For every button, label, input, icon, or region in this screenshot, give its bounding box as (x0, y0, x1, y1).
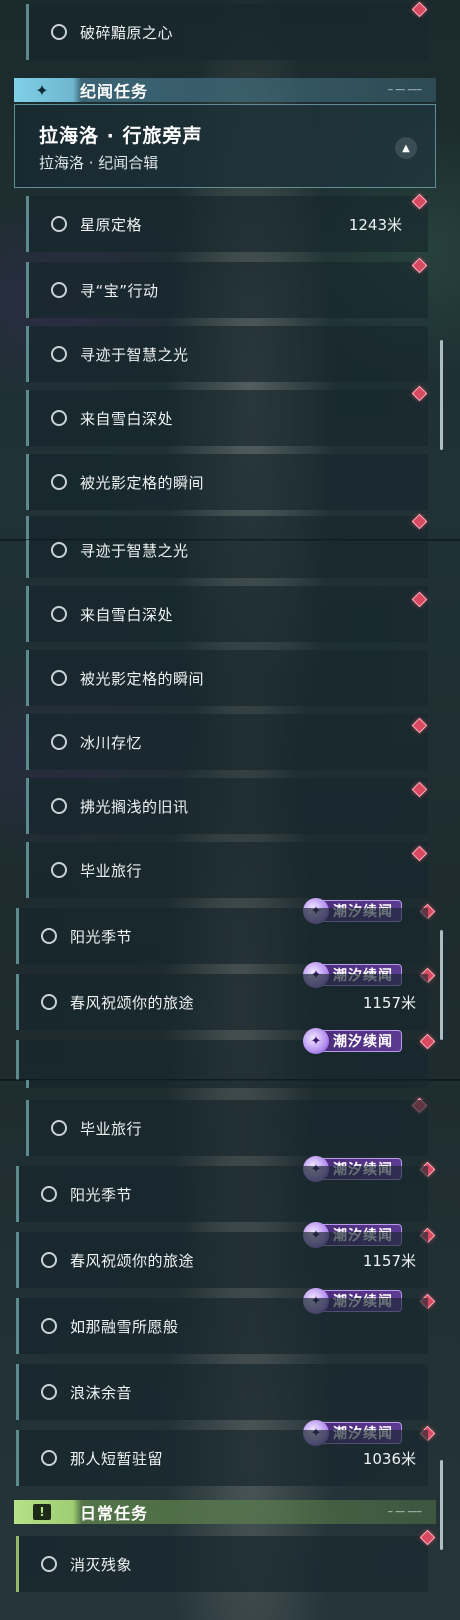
quest-row[interactable]: 毕业旅行 (26, 842, 428, 898)
quest-row-partial[interactable] (26, 516, 428, 540)
scrollbar-thumb[interactable] (440, 930, 443, 1040)
quest-label: 来自雪白深处 (80, 605, 174, 624)
quest-status-circle-icon (51, 734, 67, 750)
quest-label: 拂光搁浅的旧讯 (80, 797, 189, 816)
section-decoration: ━ ━━ ━━━ (388, 86, 422, 94)
collapse-caret-icon[interactable]: ▲ (395, 137, 417, 159)
quest-label: 破碎黯原之心 (80, 23, 174, 42)
quest-row[interactable]: 阳光季节 (16, 1166, 428, 1222)
quest-row[interactable]: 星原定格 1243米 (26, 196, 428, 252)
quest-row[interactable]: 毕业旅行 (26, 1100, 428, 1156)
scrollbar-thumb[interactable] (440, 1460, 443, 1550)
quest-status-circle-icon (51, 542, 67, 558)
quest-status-circle-icon (41, 1252, 57, 1268)
quest-label: 冰川存忆 (80, 733, 143, 752)
quest-row[interactable]: 冰川存忆 (26, 714, 428, 770)
quest-row[interactable]: 寻迹于智慧之光 (26, 540, 428, 578)
exclamation-box-icon: ! (14, 1500, 70, 1524)
quest-row[interactable]: 浪沫余音 (16, 1364, 428, 1420)
quest-label: 毕业旅行 (80, 1119, 143, 1138)
quest-row[interactable]: 来自雪白深处 (26, 390, 428, 446)
quest-panel-2: 寻迹于智慧之光 来自雪白深处 被光影定格的瞬间 冰川存忆 拂光搁浅的旧讯 毕业旅… (0, 540, 460, 1080)
quest-status-circle-icon (41, 1186, 57, 1202)
quest-panel-1: 破碎黯原之心 ✦ 纪闻任务 ━ ━━ ━━━ 拉海洛 · 行旅旁声 拉海洛 · … (0, 0, 460, 540)
section-title: 纪闻任务 (80, 82, 149, 101)
scrollbar-thumb[interactable] (440, 340, 443, 450)
quest-row[interactable]: 如那融雪所愿般 (16, 1298, 428, 1354)
quest-row[interactable]: 被光影定格的瞬间 (26, 650, 428, 706)
quest-status-circle-icon (51, 282, 67, 298)
tidal-emblem-icon: ✦ (303, 1028, 329, 1054)
quest-status-circle-icon (51, 862, 67, 878)
quest-label: 浪沫余音 (70, 1383, 133, 1402)
quest-status-circle-icon (41, 1450, 57, 1466)
quest-row[interactable]: 破碎黯原之心 (26, 4, 428, 60)
quest-row[interactable]: 那人短暂驻留 1036米 (16, 1430, 428, 1486)
quest-label: 来自雪白深处 (80, 409, 174, 428)
quest-distance: 1243米 (348, 215, 402, 234)
quest-label: 寻迹于智慧之光 (80, 541, 189, 560)
quest-label: 阳光季节 (70, 927, 133, 946)
quest-status-circle-icon (51, 474, 67, 490)
quest-status-circle-icon (51, 670, 67, 686)
chapter-subtitle: 拉海洛 · 纪闻合辑 (39, 154, 159, 172)
quest-distance: 1157米 (362, 1251, 416, 1270)
quest-status-circle-icon (41, 1318, 57, 1334)
tidal-chronicle-badge: ✦ 潮汐续闻 (303, 1028, 402, 1054)
quest-status-circle-icon (51, 410, 67, 426)
quest-row[interactable]: 寻迹于智慧之光 (26, 326, 428, 382)
quest-panel-3: 毕业旅行 ✦ 潮汐续闻 阳光季节 ✦ 潮汐续闻 春风祝颂你的旅途 1157米 ✦… (0, 1080, 460, 1620)
quest-status-circle-icon (41, 994, 57, 1010)
quest-status-circle-icon (51, 24, 67, 40)
quest-label: 寻迹于智慧之光 (80, 345, 189, 364)
quest-distance: 1036米 (362, 1449, 416, 1468)
quest-status-circle-icon (51, 346, 67, 362)
quest-label: 被光影定格的瞬间 (80, 473, 205, 492)
quest-label: 那人短暂驻留 (70, 1449, 164, 1468)
quest-distance: 1157米 (362, 993, 416, 1012)
quest-label: 寻“宝”行动 (80, 281, 159, 300)
quest-row[interactable]: 拂光搁浅的旧讯 (26, 778, 428, 834)
quest-row[interactable]: 阳光季节 (16, 908, 428, 964)
quest-row[interactable]: 春风祝颂你的旅途 1157米 (16, 974, 428, 1030)
quest-label: 春风祝颂你的旅途 (70, 1251, 195, 1270)
section-header-story[interactable]: ✦ 纪闻任务 ━ ━━ ━━━ (14, 78, 436, 102)
section-title: 日常任务 (80, 1504, 149, 1523)
quest-label: 毕业旅行 (80, 861, 143, 880)
quest-status-circle-icon (51, 798, 67, 814)
quest-status-circle-icon (51, 1120, 67, 1136)
quest-status-circle-icon (51, 606, 67, 622)
chapter-card[interactable]: 拉海洛 · 行旅旁声 拉海洛 · 纪闻合辑 ▲ (14, 104, 436, 188)
quest-row[interactable]: 消灭残象 (16, 1536, 428, 1592)
quest-status-circle-icon (41, 1556, 57, 1572)
quest-status-circle-icon (41, 928, 57, 944)
quest-row[interactable]: 春风祝颂你的旅途 1157米 (16, 1232, 428, 1288)
quest-status-circle-icon (41, 1384, 57, 1400)
quest-status-circle-icon (51, 216, 67, 232)
quest-row-partial[interactable] (26, 1080, 428, 1088)
quest-label: 春风祝颂你的旅途 (70, 993, 195, 1012)
sparkle-icon: ✦ (35, 80, 49, 100)
quest-row[interactable]: 被光影定格的瞬间 (26, 454, 428, 510)
quest-row[interactable]: 来自雪白深处 (26, 586, 428, 642)
section-decoration: ━ ━━ ━━━ (388, 1508, 422, 1516)
quest-row[interactable]: 寻“宝”行动 (26, 262, 428, 318)
quest-label: 星原定格 (80, 215, 143, 234)
section-header-daily[interactable]: ! 日常任务 ━ ━━ ━━━ (14, 1500, 436, 1524)
quest-label: 如那融雪所愿般 (70, 1317, 179, 1336)
chapter-title: 拉海洛 · 行旅旁声 (39, 125, 203, 147)
quest-label: 消灭残象 (70, 1555, 133, 1574)
quest-label: 阳光季节 (70, 1185, 133, 1204)
quest-label: 被光影定格的瞬间 (80, 669, 205, 688)
